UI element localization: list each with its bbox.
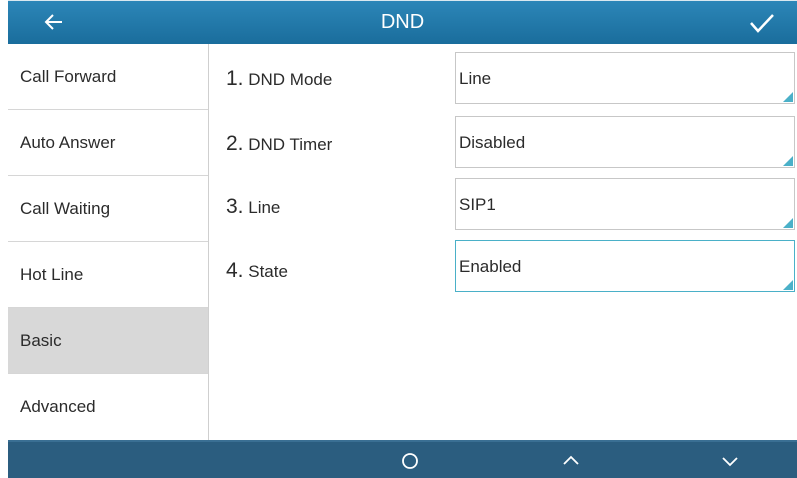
dnd-timer-select[interactable]: Disabled — [455, 116, 795, 168]
dropdown-corner-icon — [783, 156, 793, 166]
sidebar-item-basic[interactable]: Basic — [8, 308, 208, 374]
dnd-mode-select[interactable]: Line — [455, 52, 795, 104]
setting-label-text: Line — [248, 198, 281, 217]
dropdown-corner-icon — [783, 280, 793, 290]
title-bar: DND — [8, 0, 797, 44]
page-title: DND — [380, 11, 425, 33]
state-value: Enabled — [459, 257, 522, 276]
sidebar-item-advanced[interactable]: Advanced — [8, 374, 208, 440]
softkey-bar — [8, 440, 797, 478]
dropdown-corner-icon — [783, 92, 793, 102]
line-select[interactable]: SIP1 — [455, 178, 795, 230]
setting-label-dnd-mode: 1. DND Mode — [226, 67, 332, 91]
setting-label-text: DND Mode — [248, 70, 333, 89]
setting-label-text: DND Timer — [248, 135, 333, 154]
line-value: SIP1 — [459, 195, 496, 214]
dnd-timer-value: Disabled — [459, 133, 526, 152]
chevron-up-icon[interactable] — [560, 449, 582, 471]
setting-label-line: 3. Line — [226, 195, 280, 219]
setting-label-text: State — [248, 262, 288, 281]
setting-number: 1. — [226, 67, 244, 90]
setting-label-state: 4. State — [226, 259, 288, 283]
dropdown-corner-icon — [783, 218, 793, 228]
softkey-divider — [8, 440, 797, 442]
circle-icon[interactable] — [399, 449, 421, 471]
setting-number: 2. — [226, 132, 244, 155]
sidebar-menu: Call Forward Auto Answer Call Waiting Ho… — [8, 44, 209, 440]
setting-number: 4. — [226, 259, 244, 282]
sidebar-item-call-waiting[interactable]: Call Waiting — [8, 176, 208, 242]
dnd-mode-value: Line — [459, 69, 492, 88]
check-icon[interactable] — [748, 11, 776, 35]
setting-label-dnd-timer: 2. DND Timer — [226, 132, 332, 156]
sidebar-item-call-forward[interactable]: Call Forward — [8, 44, 208, 110]
sidebar-item-auto-answer[interactable]: Auto Answer — [8, 110, 208, 176]
sidebar-item-hot-line[interactable]: Hot Line — [8, 242, 208, 308]
chevron-down-icon[interactable] — [719, 449, 741, 471]
state-select[interactable]: Enabled — [455, 240, 795, 292]
setting-number: 3. — [226, 195, 244, 218]
